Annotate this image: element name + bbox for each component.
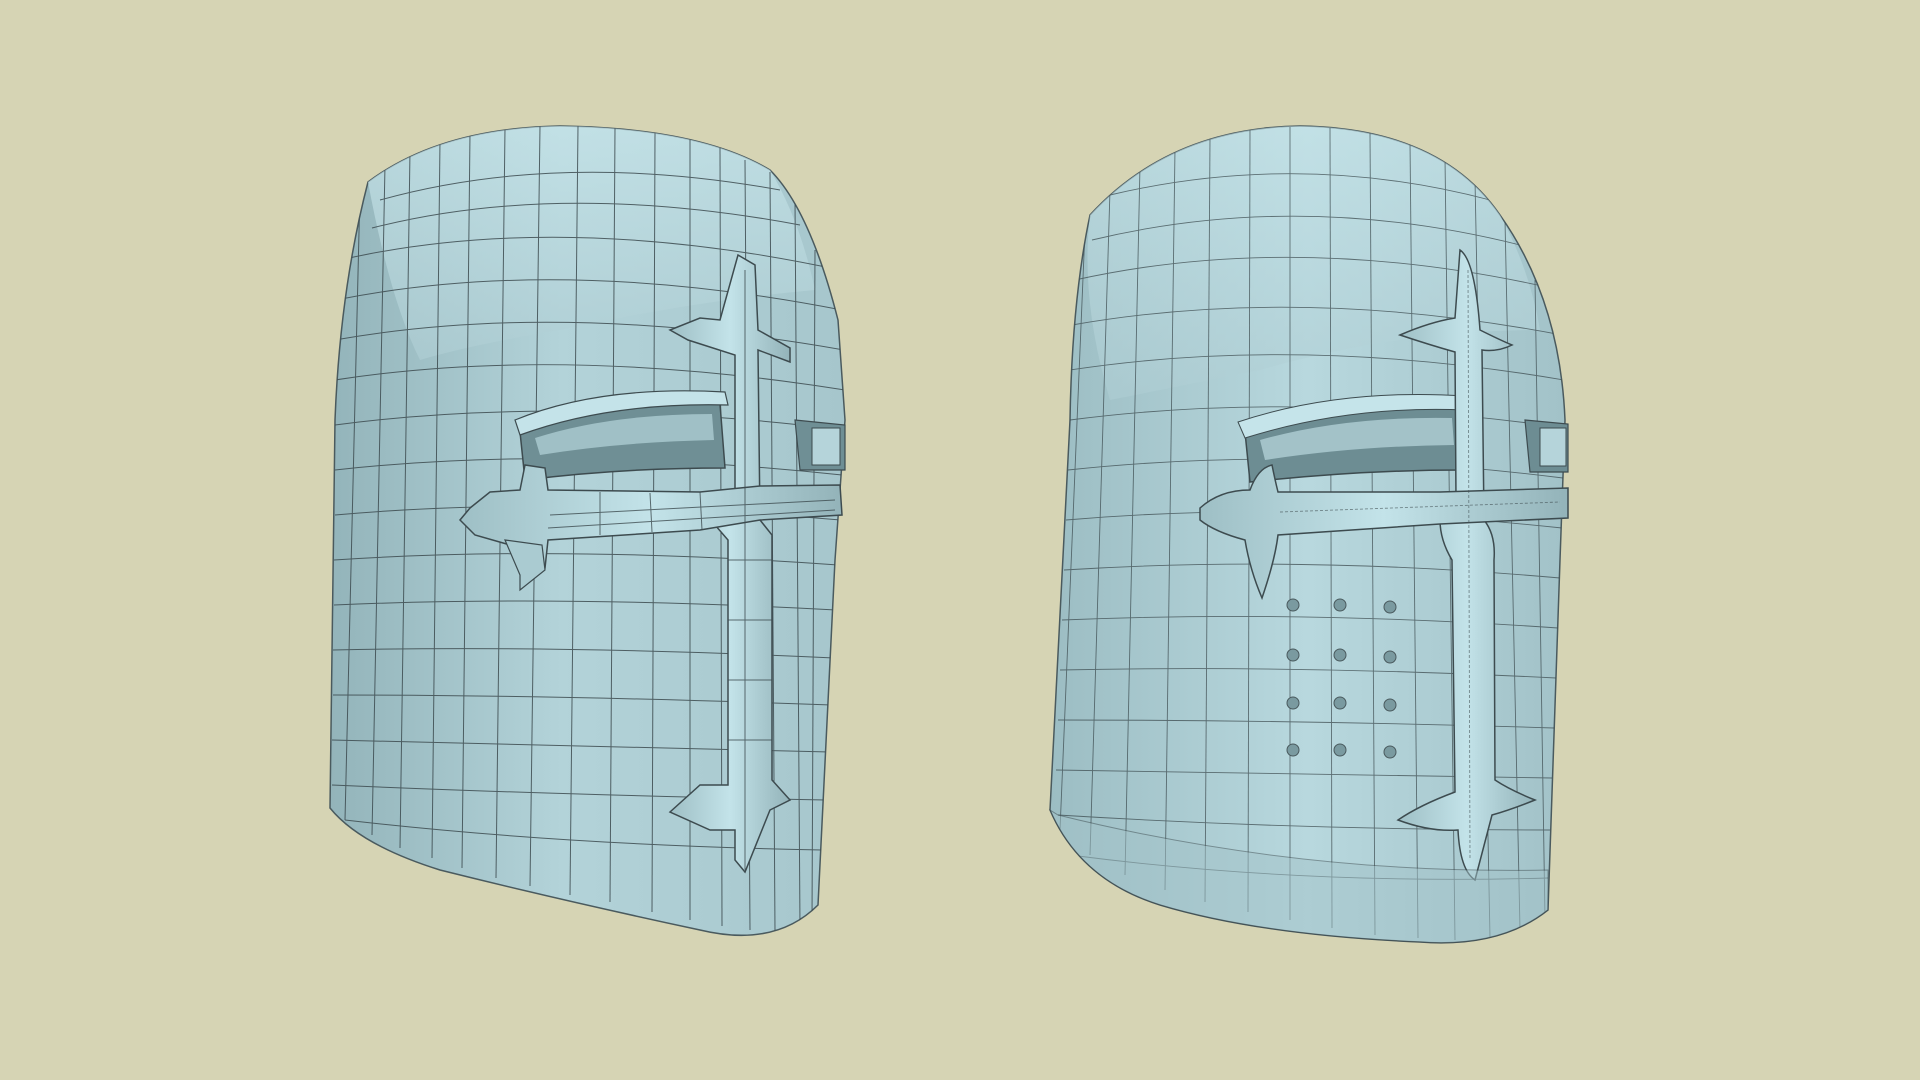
3d-viewport[interactable] — [0, 0, 1920, 1080]
viewport-canvas — [329, 125, 1569, 944]
subdivided-helmet[interactable] — [1048, 125, 1569, 944]
low-poly-helmet[interactable] — [329, 125, 846, 936]
